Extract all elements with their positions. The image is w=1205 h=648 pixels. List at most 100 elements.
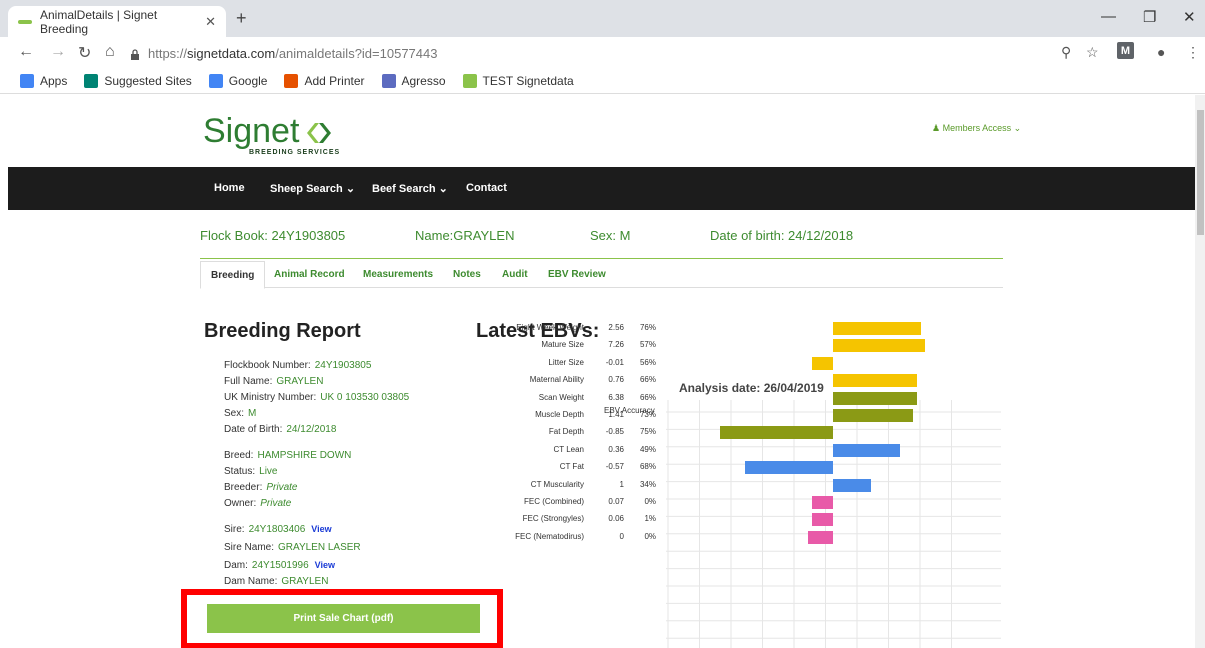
- bookmark-signet[interactable]: TEST Signetdata: [462, 74, 574, 88]
- tab-measurements[interactable]: Measurements: [363, 269, 433, 280]
- menu-icon[interactable]: ⋮: [1186, 44, 1200, 61]
- report-field: Full Name: GRAYLEN: [224, 376, 323, 387]
- nav-contact[interactable]: Contact: [466, 182, 507, 194]
- field-value: 24/12/2018: [286, 424, 337, 435]
- ebv-accuracy: 75%: [639, 427, 656, 437]
- ebv-accuracy: 68%: [639, 462, 656, 472]
- forward-icon[interactable]: →: [50, 43, 66, 61]
- field-label: Sire:: [224, 524, 245, 535]
- report-field: Sex: M: [224, 408, 256, 419]
- ebv-value: 0.07: [608, 497, 624, 506]
- report-field: Owner: Private: [224, 498, 291, 509]
- bookmark-printer[interactable]: Add Printer: [284, 74, 365, 88]
- back-icon[interactable]: ←: [18, 43, 34, 61]
- browser-tab[interactable]: AnimalDetails | Signet Breeding ✕: [8, 6, 226, 37]
- bookmark-apps[interactable]: Apps: [20, 74, 67, 88]
- apps-icon: [20, 74, 34, 88]
- ebv-label: FEC (Combined): [523, 497, 584, 506]
- field-label: Date of Birth:: [224, 424, 283, 435]
- bookmark-google[interactable]: Google: [208, 74, 267, 88]
- logo-arrows-icon: [307, 123, 331, 143]
- field-value: Live: [259, 466, 278, 477]
- nav-home[interactable]: Home: [214, 182, 245, 194]
- report-field: Status: Live: [224, 466, 278, 477]
- field-label: Breeder:: [224, 482, 263, 493]
- field-label: Full Name:: [224, 376, 273, 387]
- new-tab-icon[interactable]: +: [236, 8, 247, 29]
- field-label: Dam Name:: [224, 576, 278, 587]
- ebv-value: 7.26: [608, 340, 624, 350]
- animal-sex: Sex: M: [590, 228, 631, 243]
- extension-m-icon[interactable]: M: [1117, 42, 1134, 59]
- report-field: Sire Name: GRAYLEN LASER: [224, 542, 361, 553]
- tab-close-icon[interactable]: ✕: [205, 14, 216, 30]
- bookmarks-bar: Apps Suggested Sites Google Add Printer Agre…: [0, 69, 1205, 94]
- field-value: 24Y1903805: [314, 360, 372, 371]
- ebv-label: Muscle Depth: [535, 410, 584, 419]
- report-field: Date of Birth: 24/12/2018: [224, 424, 336, 435]
- field-value: UK 0 103530 03805: [320, 392, 410, 403]
- ebv-accuracy: 0%: [644, 531, 656, 541]
- signet-logo[interactable]: Signet BREEDING SERVICES: [203, 112, 339, 156]
- ebv-label: CT Muscularity: [530, 479, 584, 489]
- restore-icon[interactable]: ❐: [1143, 8, 1156, 26]
- animal-name: Name:GRAYLEN: [415, 228, 515, 243]
- ebv-accuracy: 0%: [644, 497, 656, 506]
- bookmark-bing[interactable]: Suggested Sites: [84, 74, 192, 88]
- field-label: Flockbook Number:: [224, 360, 311, 371]
- tab-audit[interactable]: Audit: [502, 269, 528, 280]
- tab-breeding[interactable]: Breeding: [200, 261, 266, 289]
- ebv-bar: [833, 339, 926, 353]
- ebv-value: 6.38: [608, 392, 624, 402]
- nav-beef-search[interactable]: Beef Search ⌄: [372, 182, 448, 195]
- zoom-icon[interactable]: ⚲: [1061, 44, 1071, 61]
- profile-icon[interactable]: ●: [1157, 44, 1165, 60]
- nav-sheep-search[interactable]: Sheep Search ⌄: [270, 182, 355, 195]
- url-prefix: https://: [148, 45, 188, 61]
- home-icon[interactable]: ⌂: [105, 43, 115, 61]
- field-value: M: [248, 408, 257, 419]
- view-link[interactable]: View: [315, 560, 335, 570]
- chevron-down-icon: ⌄: [1013, 123, 1022, 133]
- ebv-label: FEC (Nematodirus): [515, 531, 584, 541]
- ebv-accuracy: 1%: [644, 514, 656, 524]
- ebv-value: 0: [619, 531, 624, 541]
- ebv-bar: [833, 409, 913, 422]
- view-link[interactable]: View: [311, 524, 331, 534]
- ebv-value: 0.76: [608, 375, 624, 385]
- field-value: 24Y1501996: [251, 560, 309, 571]
- ebv-value: 1: [619, 479, 624, 489]
- field-value: GRAYLEN: [281, 576, 329, 587]
- scrollbar-thumb[interactable]: [1197, 110, 1204, 235]
- field-value: 24Y1803406: [248, 524, 306, 535]
- ebv-bar: [812, 513, 833, 527]
- tab-ebv-review[interactable]: EBV Review: [548, 269, 606, 280]
- bookmark-star-icon[interactable]: ☆: [1086, 44, 1099, 61]
- ebv-label: Mature Size: [541, 340, 584, 350]
- page-content: Signet BREEDING SERVICES ♟ Members Acces…: [0, 95, 1195, 648]
- ebv-accuracy: 73%: [639, 410, 656, 419]
- window-close-icon[interactable]: ✕: [1183, 8, 1196, 26]
- ebv-accuracy: 76%: [639, 323, 656, 332]
- reload-icon[interactable]: ↻: [78, 43, 91, 63]
- url-field[interactable]: https://signetdata.com/animaldetails?id=…: [130, 41, 1170, 65]
- flock-book: Flock Book: 24Y1903805: [200, 228, 346, 243]
- ebv-bar: [833, 374, 917, 388]
- report-field: Breeder: Private: [224, 482, 297, 493]
- main-navigation: Home Sheep Search ⌄ Beef Search ⌄ Contac…: [8, 167, 1195, 210]
- field-label: Sex:: [224, 408, 245, 419]
- ebv-bar: [812, 356, 833, 370]
- ebv-label: Scan Weight: [538, 392, 584, 402]
- tab-animal-record[interactable]: Animal Record: [274, 269, 345, 280]
- print-sale-chart-button[interactable]: Print Sale Chart (pdf): [207, 604, 480, 633]
- bookmark-agresso[interactable]: Agresso: [381, 74, 446, 88]
- members-access-link[interactable]: ♟ Members Access ⌄: [932, 123, 1021, 134]
- field-label: Owner:: [224, 498, 257, 509]
- ebv-label: Maternal Ability: [529, 375, 584, 385]
- ebv-bar: [744, 461, 833, 475]
- ebv-label: Litter Size: [548, 357, 584, 367]
- tab-notes[interactable]: Notes: [453, 269, 481, 280]
- minimize-icon[interactable]: —: [1101, 8, 1116, 25]
- url-path: /animaldetails?id=10577443: [275, 45, 438, 61]
- user-icon: ♟: [932, 123, 941, 133]
